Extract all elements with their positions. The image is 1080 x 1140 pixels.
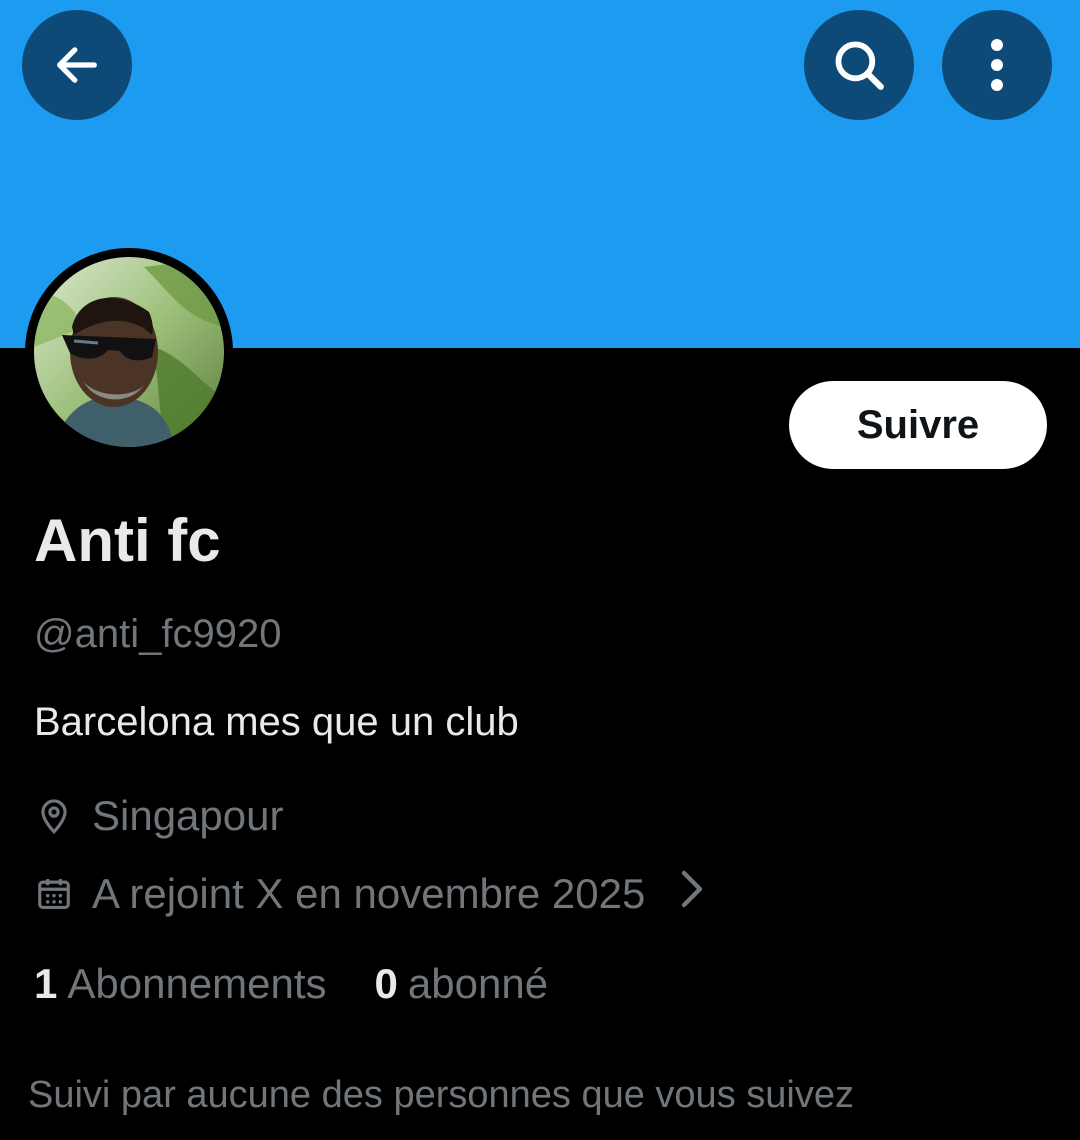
followed-by-text: Suivi par aucune des personnes que vous … (28, 1074, 854, 1116)
more-options-button[interactable] (942, 10, 1052, 120)
following-link[interactable]: 1 Abonnements (34, 960, 327, 1008)
more-vertical-icon (991, 39, 1003, 91)
search-icon (835, 41, 884, 90)
followers-label: abonné (407, 960, 549, 1007)
location-row: Singapour (34, 792, 283, 840)
location-pin-icon (34, 796, 74, 836)
follow-button[interactable]: Suivre (789, 381, 1047, 469)
back-button[interactable] (22, 10, 132, 120)
location-text: Singapour (92, 792, 284, 839)
joined-text: A rejoint X en novembre 2025 (92, 870, 646, 917)
followers-count: 0 (374, 960, 398, 1007)
avatar-container[interactable] (25, 248, 233, 456)
following-count: 1 (34, 960, 58, 1007)
user-handle: @anti_fc9920 (34, 612, 282, 656)
profile-bio: Barcelona mes que un club (34, 700, 519, 744)
following-label: Abonnements (67, 960, 327, 1007)
search-button[interactable] (804, 10, 914, 120)
chevron-right-icon (677, 869, 707, 919)
avatar (34, 257, 224, 447)
calendar-icon (34, 874, 74, 914)
avatar-photo (34, 257, 224, 447)
display-name: Anti fc (34, 507, 221, 574)
follow-stats: 1 Abonnements 0 abonné (34, 960, 548, 1008)
joined-row[interactable]: A rejoint X en novembre 2025 (34, 869, 707, 919)
arrow-left-icon (57, 47, 97, 83)
followers-link[interactable]: 0 abonné (375, 960, 549, 1008)
